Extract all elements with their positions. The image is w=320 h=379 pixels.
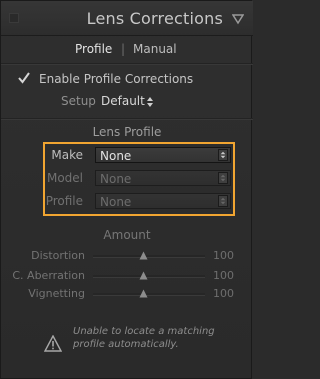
- aberration-slider-row: C. Aberration 100: [1, 269, 253, 283]
- setup-row: Setup Default: [1, 94, 253, 110]
- aberration-label: C. Aberration: [12, 269, 85, 282]
- collapse-triangle-icon[interactable]: [232, 13, 244, 25]
- divider: [1, 118, 253, 120]
- warning-line-2: profile automatically.: [73, 339, 179, 350]
- lens-corrections-panel: Lens Corrections Profile | Manual Enable…: [0, 0, 253, 379]
- profile-select[interactable]: None: [95, 193, 231, 209]
- setup-label: Setup: [61, 94, 96, 108]
- distortion-value: 100: [213, 249, 234, 262]
- tab-separator: |: [121, 42, 126, 56]
- profile-label: Profile: [45, 194, 83, 208]
- aberration-slider-thumb[interactable]: [139, 271, 148, 280]
- make-select[interactable]: None: [95, 147, 231, 163]
- checkmark-icon[interactable]: [17, 71, 31, 85]
- vignetting-slider[interactable]: [93, 293, 205, 296]
- make-row: Make None: [1, 147, 253, 163]
- panel-title: Lens Corrections: [86, 9, 223, 28]
- vignetting-slider-row: Vignetting 100: [1, 287, 253, 301]
- vignetting-label: Vignetting: [28, 287, 85, 300]
- vignetting-value: 100: [213, 287, 234, 300]
- panel-header[interactable]: Lens Corrections: [1, 1, 253, 36]
- up-down-arrows-icon: [218, 172, 228, 184]
- profile-value: None: [100, 195, 132, 209]
- enable-profile-label: Enable Profile Corrections: [39, 72, 194, 86]
- model-row: Model None: [1, 170, 253, 186]
- aberration-value: 100: [213, 269, 234, 282]
- panel-grip-icon: [9, 13, 19, 23]
- vignetting-slider-thumb[interactable]: [139, 289, 148, 298]
- amount-heading: Amount: [103, 228, 151, 242]
- up-down-arrows-icon[interactable]: [218, 149, 228, 161]
- distortion-slider-thumb[interactable]: [139, 251, 148, 260]
- model-select[interactable]: None: [95, 170, 231, 186]
- up-down-arrows-icon: [218, 195, 228, 207]
- profile-row: Profile None: [1, 193, 253, 209]
- distortion-label: Distortion: [31, 249, 85, 262]
- distortion-slider[interactable]: [93, 255, 205, 258]
- tab-profile[interactable]: Profile: [75, 42, 112, 56]
- setup-dropdown[interactable]: Default: [101, 94, 145, 108]
- lens-profile-heading: Lens Profile: [92, 125, 162, 139]
- make-label: Make: [51, 148, 83, 162]
- up-down-arrows-icon[interactable]: [146, 96, 154, 108]
- distortion-slider-row: Distortion 100: [1, 249, 253, 263]
- mode-tabs: Profile | Manual: [1, 42, 253, 58]
- tab-manual[interactable]: Manual: [133, 42, 177, 56]
- warning-triangle-icon: [44, 335, 62, 352]
- warning-line-1: Unable to locate a matching: [73, 326, 215, 337]
- model-value: None: [100, 172, 132, 186]
- model-label: Model: [46, 171, 83, 185]
- divider: [1, 63, 253, 65]
- aberration-slider[interactable]: [93, 275, 205, 278]
- make-value: None: [100, 149, 132, 163]
- warning-message: Unable to locate a matching profile auto…: [73, 325, 215, 351]
